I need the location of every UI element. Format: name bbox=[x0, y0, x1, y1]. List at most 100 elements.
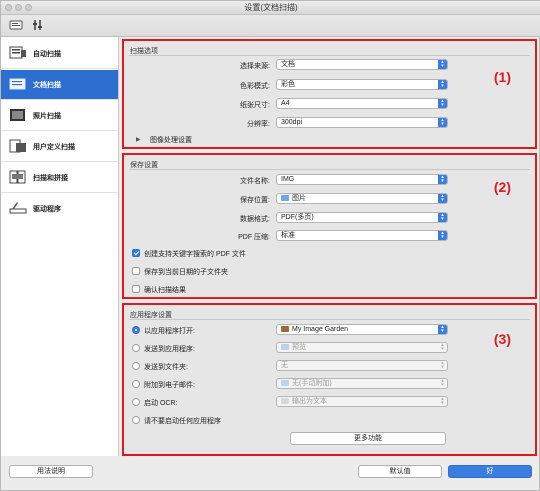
save-location-select[interactable]: 图片 ▴ ▾ bbox=[276, 193, 448, 204]
sidebar-item-photo-scan[interactable]: 照片扫描 bbox=[1, 101, 118, 131]
sidebar: 自动扫描 文档扫描 照片扫描 用户定义扫描 扫描和拼接 驱动程序 bbox=[1, 37, 119, 456]
settings-window: 设置(文档扫描) 自动扫描 文档扫描 照片扫描 用户定义扫描 扫描和拼接 驱动程… bbox=[0, 0, 540, 491]
zoom-window-button[interactable] bbox=[25, 4, 32, 11]
confirm-results-checkbox[interactable] bbox=[132, 285, 140, 293]
date-subfolder-checkbox[interactable] bbox=[132, 267, 140, 275]
section-marker: (3) bbox=[493, 331, 511, 347]
attach-email-select: 无(手动附加) ▴ ▾ bbox=[276, 378, 448, 389]
section-marker: (1) bbox=[493, 69, 511, 85]
source-label: 选择来源: bbox=[240, 63, 270, 70]
pdf-compression-select[interactable]: 标准 ▴ ▾ bbox=[276, 230, 448, 241]
app-icon bbox=[281, 325, 289, 332]
general-settings-icon[interactable] bbox=[31, 18, 45, 32]
start-ocr-radio[interactable] bbox=[132, 398, 140, 406]
sidebar-item-custom-scan[interactable]: 用户定义扫描 bbox=[1, 132, 118, 162]
application-settings-section: 应用程序设置 (3) 以应用程序打开: My Image Garden ▴ ▾ 发… bbox=[122, 303, 537, 456]
start-ocr-select: 输出为文本 ▴ ▾ bbox=[276, 396, 448, 407]
image-processing-toggle[interactable]: 图像处理设置 bbox=[150, 135, 192, 145]
text-doc-icon bbox=[281, 397, 289, 404]
pdf-compression-label: PDF 压缩: bbox=[238, 234, 270, 241]
resolution-label: 分辨率: bbox=[247, 121, 270, 128]
confirm-results-label: 确认扫描结果 bbox=[144, 287, 186, 294]
attach-email-label: 附加到电子邮件: bbox=[144, 382, 195, 389]
section-marker: (2) bbox=[493, 179, 511, 195]
scan-options-section: 扫描选项 (1) 选择来源: 文档 ▴ ▾ 色彩模式: 彩色 ▴ ▾ 纸张尺寸: A… bbox=[122, 39, 537, 149]
chevron-updown-icon: ▴ ▾ bbox=[438, 118, 447, 127]
sidebar-item-label: 自动扫描 bbox=[33, 51, 61, 58]
open-with-app-radio[interactable] bbox=[132, 326, 140, 334]
auto-scan-icon bbox=[9, 46, 26, 59]
chevron-updown-icon: ▴ ▾ bbox=[441, 360, 444, 370]
instructions-button[interactable]: 用法说明 bbox=[9, 465, 93, 478]
document-scan-icon bbox=[9, 78, 26, 90]
send-to-app-radio[interactable] bbox=[132, 344, 140, 352]
window-title: 设置(文档扫描) bbox=[244, 3, 298, 12]
sidebar-item-label: 用户定义扫描 bbox=[33, 144, 75, 151]
no-app-radio[interactable] bbox=[132, 416, 140, 424]
toolbar bbox=[1, 15, 540, 37]
searchable-pdf-checkbox[interactable] bbox=[132, 249, 140, 257]
preview-app-icon bbox=[281, 343, 289, 350]
no-app-label: 请不要启动任何应用程序 bbox=[144, 418, 221, 425]
divider bbox=[129, 55, 530, 56]
photo-scan-icon bbox=[10, 109, 25, 121]
start-ocr-label: 启动 OCR: bbox=[144, 400, 178, 407]
sidebar-item-label: 驱动程序 bbox=[33, 206, 61, 213]
sidebar-item-label: 照片扫描 bbox=[33, 113, 61, 120]
close-window-button[interactable] bbox=[5, 4, 12, 11]
defaults-button[interactable]: 默认值 bbox=[358, 465, 442, 478]
send-to-folder-label: 发送到文件夹: bbox=[144, 364, 188, 371]
file-name-label: 文件名称: bbox=[240, 178, 270, 185]
chevron-updown-icon: ▴ ▾ bbox=[438, 231, 447, 240]
searchable-pdf-label: 创建支持关键字搜索的 PDF 文件 bbox=[144, 251, 246, 258]
open-with-app-label: 以应用程序打开: bbox=[144, 328, 195, 335]
driver-icon bbox=[9, 202, 27, 214]
divider bbox=[129, 169, 530, 170]
sidebar-item-label: 扫描和拼接 bbox=[33, 175, 68, 182]
resolution-select[interactable]: 300dpi ▴ ▾ bbox=[276, 117, 448, 128]
ok-button[interactable]: 好 bbox=[448, 465, 532, 478]
paper-size-label: 纸张尺寸: bbox=[240, 102, 270, 109]
data-format-label: 数据格式: bbox=[240, 216, 270, 223]
folder-icon bbox=[281, 194, 289, 201]
sidebar-item-scan-stitch[interactable]: 扫描和拼接 bbox=[1, 163, 118, 193]
paper-size-select[interactable]: A4 ▴ ▾ bbox=[276, 98, 448, 109]
send-to-app-label: 发送到应用程序: bbox=[144, 346, 195, 353]
scan-stitch-icon bbox=[9, 170, 26, 184]
save-location-label: 保存位置: bbox=[240, 197, 270, 204]
color-mode-select[interactable]: 彩色 ▴ ▾ bbox=[276, 79, 448, 90]
chevron-updown-icon: ▴ ▾ bbox=[441, 396, 444, 406]
file-name-select[interactable]: IMG ▴ ▾ bbox=[276, 174, 448, 185]
chevron-updown-icon: ▴ ▾ bbox=[438, 213, 447, 222]
chevron-updown-icon: ▴ ▾ bbox=[441, 378, 444, 388]
chevron-updown-icon: ▴ ▾ bbox=[438, 99, 447, 108]
chevron-updown-icon: ▴ ▾ bbox=[438, 60, 447, 69]
chevron-updown-icon: ▴ ▾ bbox=[438, 325, 447, 334]
color-mode-label: 色彩模式: bbox=[240, 83, 270, 90]
date-subfolder-label: 保存到当前日期的子文件夹 bbox=[144, 269, 228, 276]
divider bbox=[129, 319, 530, 320]
sidebar-item-driver[interactable]: 驱动程序 bbox=[1, 194, 118, 224]
sidebar-item-auto-scan[interactable]: 自动扫描 bbox=[1, 39, 118, 69]
minimize-window-button[interactable] bbox=[15, 4, 22, 11]
send-to-folder-select: 无 ▴ ▾ bbox=[276, 360, 448, 371]
title-bar: 设置(文档扫描) bbox=[1, 1, 540, 15]
chevron-updown-icon: ▴ ▾ bbox=[438, 80, 447, 89]
save-settings-section: 保存设置 (2) 文件名称: IMG ▴ ▾ 保存位置: 图片 ▴ ▾ 数据格式: … bbox=[122, 153, 537, 299]
send-to-folder-radio[interactable] bbox=[132, 362, 140, 370]
data-format-select[interactable]: PDF(多页) ▴ ▾ bbox=[276, 212, 448, 223]
sidebar-item-label: 文档扫描 bbox=[33, 82, 61, 89]
mail-icon bbox=[281, 379, 289, 386]
sidebar-item-document-scan[interactable]: 文档扫描 bbox=[1, 70, 118, 100]
source-select[interactable]: 文档 ▴ ▾ bbox=[276, 59, 448, 70]
attach-email-radio[interactable] bbox=[132, 380, 140, 388]
open-with-app-select[interactable]: My Image Garden ▴ ▾ bbox=[276, 324, 448, 335]
chevron-updown-icon: ▴ ▾ bbox=[438, 194, 447, 203]
chevron-updown-icon: ▴ ▾ bbox=[438, 175, 447, 184]
scanner-settings-icon[interactable] bbox=[9, 18, 23, 32]
custom-scan-icon bbox=[9, 139, 26, 153]
disclosure-triangle-icon[interactable]: ▶ bbox=[136, 136, 141, 143]
send-to-app-select: 预览 ▴ ▾ bbox=[276, 342, 448, 353]
window-controls bbox=[5, 4, 32, 11]
more-functions-button[interactable]: 更多功能 bbox=[290, 432, 446, 445]
